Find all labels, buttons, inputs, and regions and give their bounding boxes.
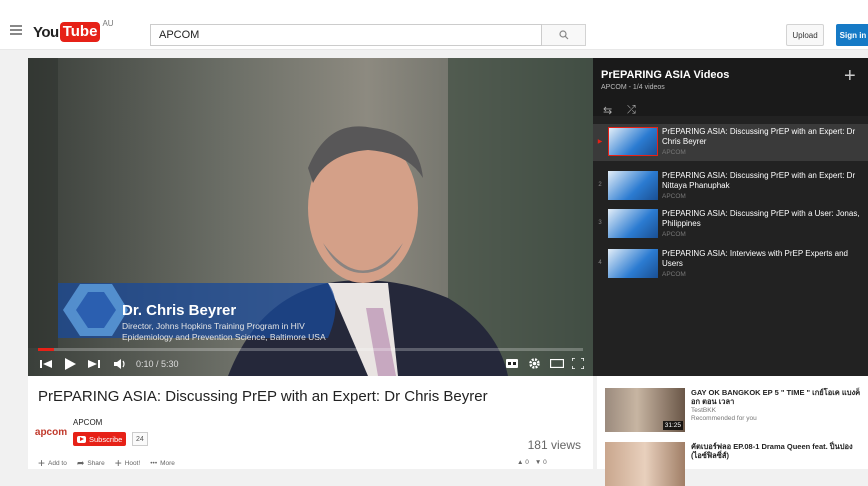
action-bar: + Add to ➦ Share + Hoot! ••• More xyxy=(38,456,175,470)
playlist-item-index: ▶ xyxy=(597,139,603,145)
hoot-label: Hoot! xyxy=(124,459,141,467)
playlist-item-thumbnail xyxy=(608,171,658,200)
search-input[interactable]: APCOM xyxy=(150,24,542,46)
subscribe-button[interactable]: Subscribe xyxy=(73,432,127,446)
country-code: AU xyxy=(102,19,114,28)
shuffle-icon[interactable]: ⤮ xyxy=(627,104,636,117)
subscribe-label: Subscribe xyxy=(89,434,123,444)
recommended-reason: Recommended for you xyxy=(691,415,757,422)
lower-third-subtitle: Director, Johns Hopkins Training Program… xyxy=(122,321,326,342)
playlist-panel: PrEPARING ASIA Videos APCOM - 1/4 videos… xyxy=(593,58,868,376)
playlist-item[interactable]: ▶ PrEPARING ASIA: Discussing PrEP with a… xyxy=(593,124,868,161)
captions-icon[interactable] xyxy=(506,359,518,368)
like-count: 0 xyxy=(525,459,529,466)
video-info-panel: PrEPARING ASIA: Discussing PrEP with an … xyxy=(28,376,593,469)
logo-you-text: You xyxy=(33,23,59,41)
playlist-item-title: PrEPARING ASIA: Interviews with PrEP Exp… xyxy=(662,249,848,268)
sign-in-button[interactable]: Sign in xyxy=(836,24,868,46)
settings-gear-icon[interactable] xyxy=(528,357,541,370)
like-dislike-bar: ▲ 0 ▼ 0 xyxy=(517,459,547,466)
playlist-item-title: PrEPARING ASIA: Discussing PrEP with an … xyxy=(662,171,856,190)
dislike-button[interactable]: ▼ 0 xyxy=(535,459,547,466)
channel-avatar[interactable]: apcom xyxy=(34,420,68,446)
previous-icon[interactable] xyxy=(40,359,52,369)
hoot-button[interactable]: + Hoot! xyxy=(114,456,141,470)
player-controls: 0:10 / 5:30 xyxy=(28,351,593,376)
channel-logo-text: apcom xyxy=(34,427,68,438)
playlist-item-title: PrEPARING ASIA: Discussing PrEP with a U… xyxy=(662,209,860,228)
playlist-item-channel: APCOM xyxy=(662,149,686,156)
playlist-item[interactable]: 4 PrEPARING ASIA: Interviews with PrEP E… xyxy=(593,246,868,283)
volume-icon[interactable] xyxy=(114,358,128,370)
playlist-title[interactable]: PrEPARING ASIA Videos xyxy=(601,69,729,81)
more-label: More xyxy=(160,459,175,467)
playlist-item-channel: APCOM xyxy=(662,193,686,200)
playlist-item-thumbnail xyxy=(608,249,658,278)
thumbs-down-icon: ▼ xyxy=(534,459,542,466)
playlist-item-thumbnail xyxy=(608,209,658,238)
playlist-item-title: PrEPARING ASIA: Discussing PrEP with an … xyxy=(662,127,856,146)
playlist-item[interactable]: 3 PrEPARING ASIA: Discussing PrEP with a… xyxy=(593,206,868,243)
more-dots-icon: ••• xyxy=(150,459,158,467)
recommended-channel: TestBKK xyxy=(691,407,716,414)
theater-mode-icon[interactable] xyxy=(550,359,564,368)
next-icon[interactable] xyxy=(88,359,100,369)
video-title: PrEPARING ASIA: Discussing PrEP with an … xyxy=(38,388,488,405)
youtube-play-icon xyxy=(77,435,86,443)
share-icon: ➦ xyxy=(76,458,85,468)
playlist-item-index: 4 xyxy=(598,260,602,266)
search-button[interactable] xyxy=(542,24,586,46)
thumbs-up-icon: ▲ xyxy=(517,459,524,466)
plus-list-icon: + xyxy=(114,456,122,470)
guide-menu-icon[interactable] xyxy=(10,25,22,35)
channel-name[interactable]: APCOM xyxy=(73,418,102,427)
subscriber-count: 24 xyxy=(132,432,148,446)
share-label: Share xyxy=(87,459,105,467)
search-icon xyxy=(558,30,568,40)
playlist-item-channel: APCOM xyxy=(662,231,686,238)
play-icon[interactable] xyxy=(64,358,76,370)
dislike-count: 0 xyxy=(543,459,547,466)
share-button[interactable]: ➦ Share xyxy=(76,458,105,468)
add-to-label: Add to xyxy=(48,459,67,467)
masthead: You Tube AU APCOM Upload Sign in xyxy=(0,0,868,50)
time-display: 0:10 / 5:30 xyxy=(136,359,179,369)
upload-button[interactable]: Upload xyxy=(786,24,824,46)
recommended-video[interactable]: คัตเบอร์ฟลอ EP.08-1 Drama Queen feat. ปิ… xyxy=(605,442,865,486)
loop-icon[interactable]: ⇆ xyxy=(603,104,612,117)
recommended-title: คัตเบอร์ฟลอ EP.08-1 Drama Queen feat. ปิ… xyxy=(691,442,853,460)
youtube-logo[interactable]: You Tube AU xyxy=(33,19,114,43)
playlist-item-index: 2 xyxy=(598,182,602,188)
playlist-item-channel: APCOM xyxy=(662,271,686,278)
playlist-header: PrEPARING ASIA Videos APCOM - 1/4 videos… xyxy=(593,58,868,117)
logo-tube-text: Tube xyxy=(59,22,101,42)
recommendations-panel: 31:25 GAY OK BANGKOK EP 5 " TIME " เกย์โ… xyxy=(597,376,868,486)
playlist-subtitle: APCOM - 1/4 videos xyxy=(601,84,665,91)
like-button[interactable]: ▲ 0 xyxy=(517,459,529,466)
recommended-thumbnail xyxy=(605,442,685,486)
fullscreen-icon[interactable] xyxy=(572,358,584,369)
plus-icon: + xyxy=(38,456,46,470)
add-to-button[interactable]: + Add to xyxy=(38,456,67,470)
recommended-title: GAY OK BANGKOK EP 5 " TIME " เกย์โอเค แบ… xyxy=(691,388,861,406)
recommended-video[interactable]: 31:25 GAY OK BANGKOK EP 5 " TIME " เกย์โ… xyxy=(605,388,865,432)
view-count: 181 views xyxy=(527,438,581,452)
add-playlist-icon[interactable]: + xyxy=(844,66,856,86)
video-player[interactable]: Dr. Chris Beyrer Director, Johns Hopkins… xyxy=(28,58,593,376)
playlist-item[interactable]: 2 PrEPARING ASIA: Discussing PrEP with a… xyxy=(593,168,868,205)
playlist-item-index: 3 xyxy=(598,220,602,226)
more-button[interactable]: ••• More xyxy=(150,459,175,467)
lower-third-name: Dr. Chris Beyrer xyxy=(122,302,237,319)
recommended-thumbnail: 31:25 xyxy=(605,388,685,432)
video-duration: 31:25 xyxy=(662,421,683,430)
playlist-item-thumbnail xyxy=(608,127,658,156)
